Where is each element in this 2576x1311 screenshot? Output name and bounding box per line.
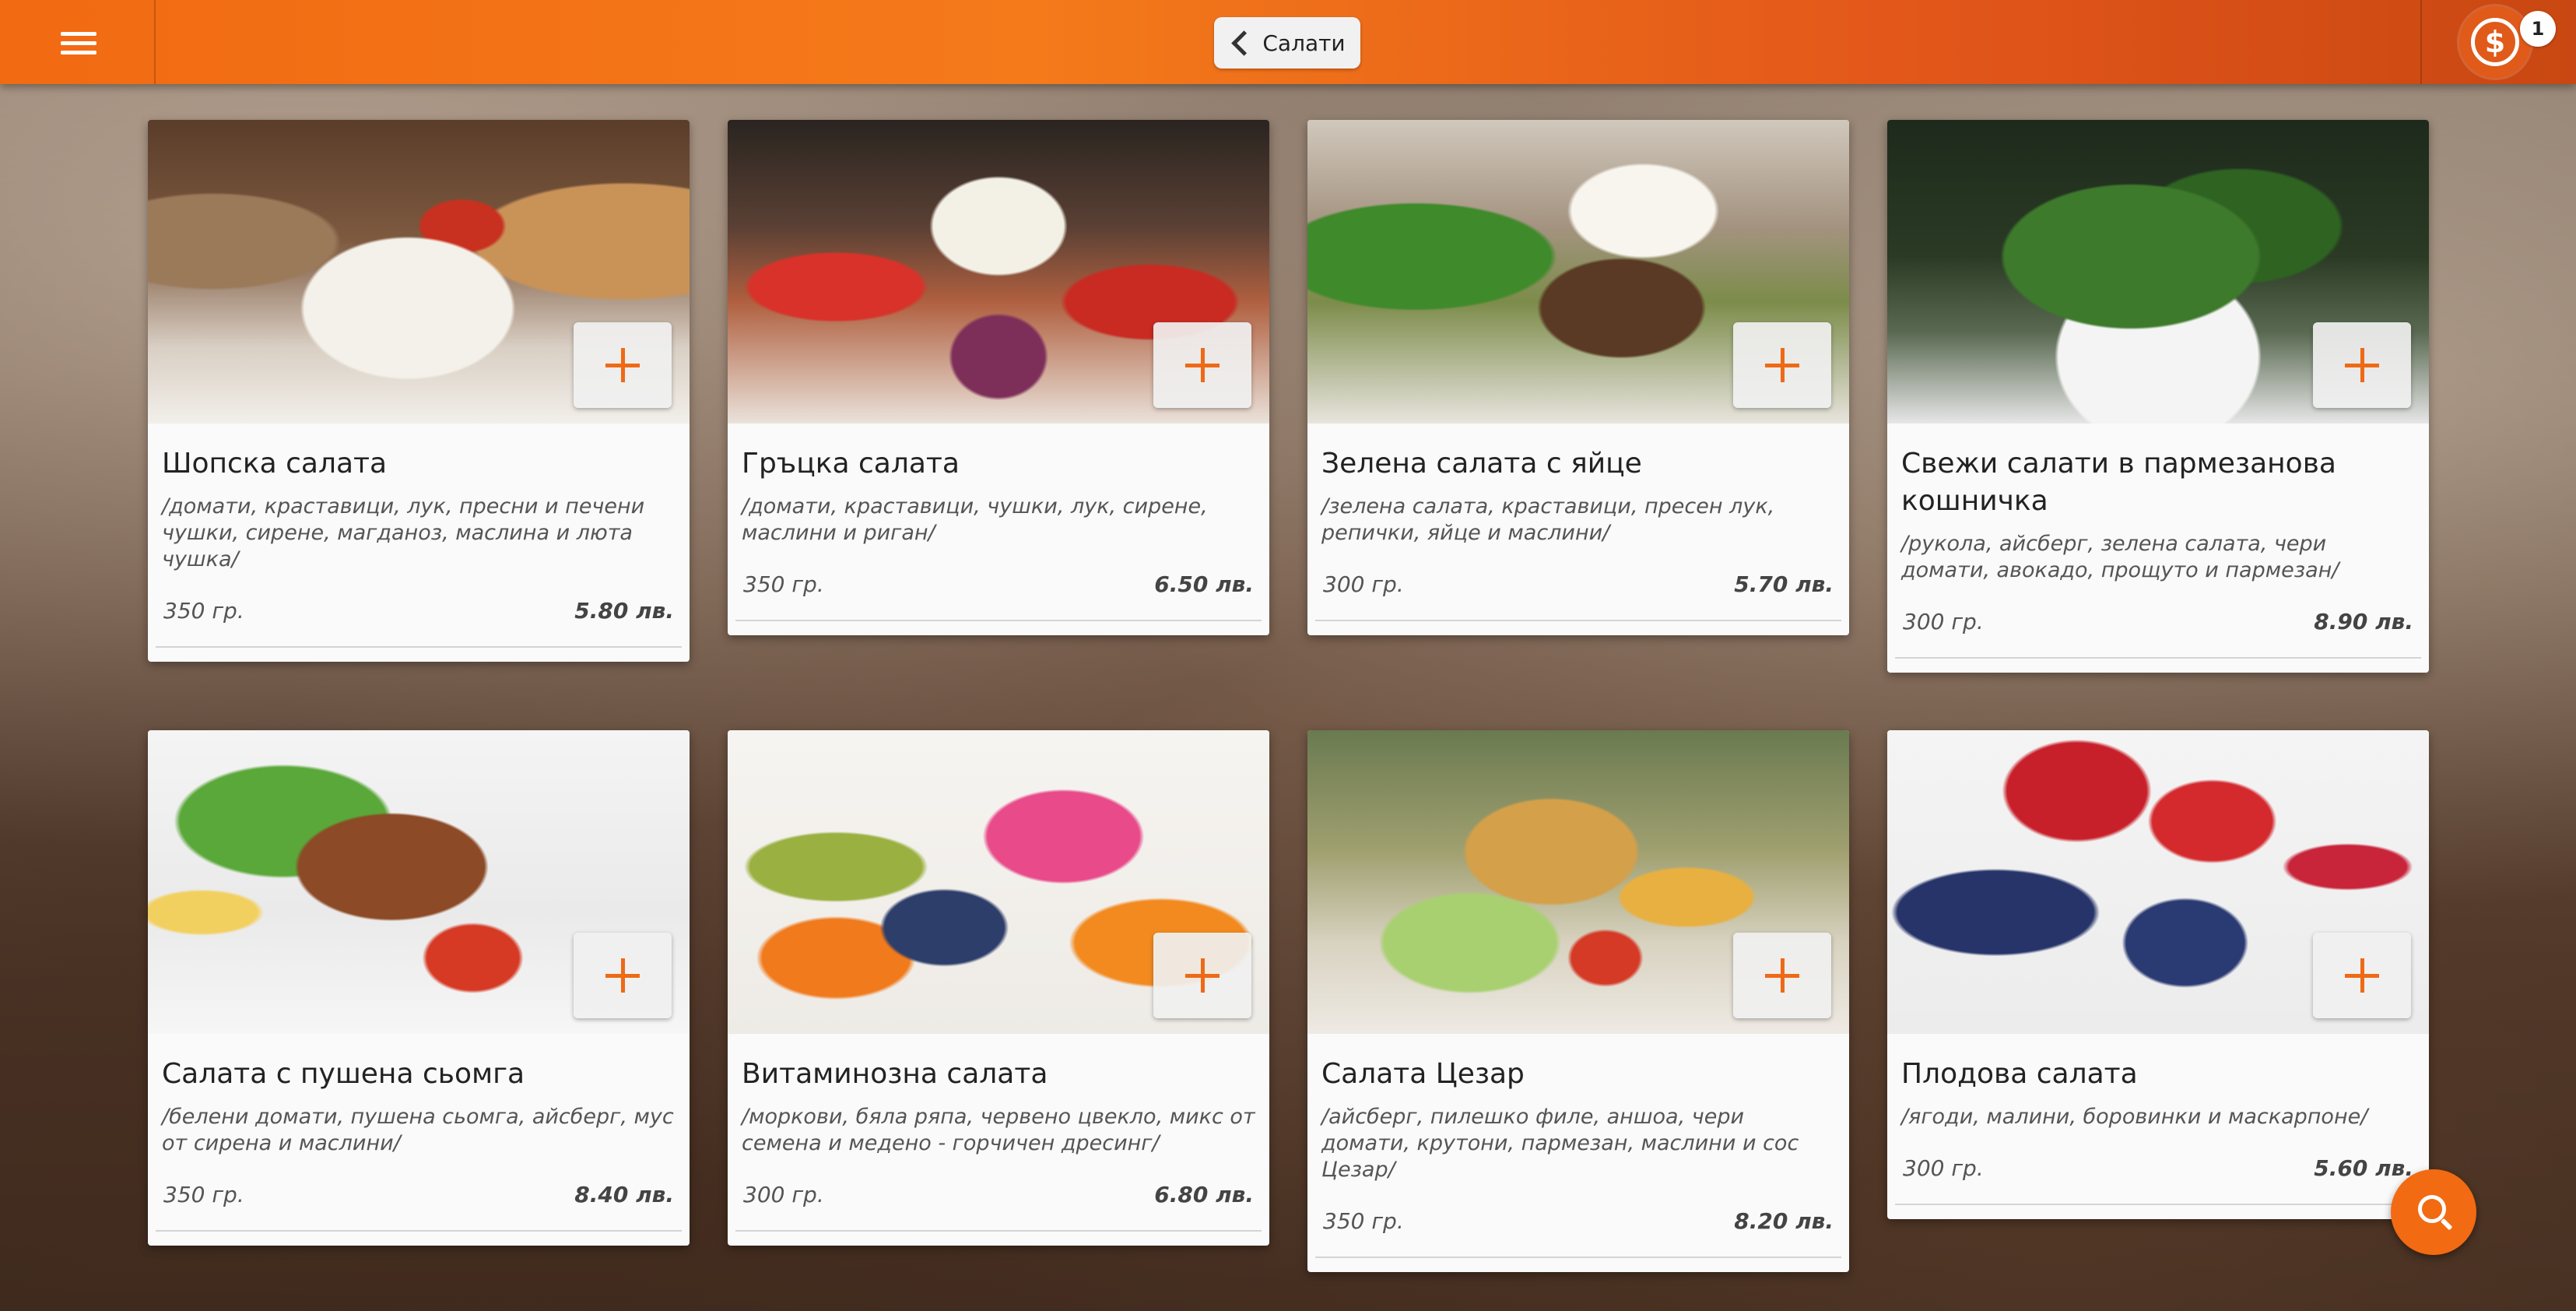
product-title: Свежи салати в пармезанова кошничка [1901, 448, 2336, 517]
product-weight: 300 гр. [1323, 571, 1404, 597]
product-footer: 350 гр. 8.20 лв. [1315, 1202, 1841, 1258]
product-title: Гръцка салата [742, 448, 960, 480]
product-price: 5.60 лв. [2314, 1155, 2413, 1181]
cart-area: $ 1 [2420, 0, 2576, 84]
product-title: Салата Цезар [1321, 1058, 1525, 1090]
product-footer: 300 гр. 8.90 лв. [1895, 603, 2421, 659]
product-price: 5.70 лв. [1734, 571, 1834, 597]
product-title: Витаминозна салата [742, 1058, 1048, 1090]
product-image [1307, 730, 1849, 1034]
product-card[interactable]: Витаминозна салата /моркови, бяла ряпа, … [728, 730, 1269, 1246]
product-card[interactable]: Зелена салата с яйце /зелена салата, кра… [1307, 120, 1849, 635]
product-weight: 350 гр. [163, 598, 244, 624]
product-price: 8.40 лв. [574, 1182, 674, 1207]
add-to-cart-button[interactable] [2313, 933, 2411, 1018]
product-description: /белени домати, пушена сьомга, айсберг, … [162, 1105, 674, 1155]
product-footer: 350 гр. 8.40 лв. [156, 1176, 682, 1232]
product-footer: 300 гр. 6.80 лв. [735, 1176, 1262, 1232]
add-to-cart-button[interactable] [1153, 933, 1251, 1018]
product-image [728, 120, 1269, 424]
product-weight: 350 гр. [163, 1182, 244, 1207]
add-to-cart-button[interactable] [574, 933, 672, 1018]
top-bar: Салати $ 1 [0, 0, 2576, 84]
product-card[interactable]: Гръцка салата /домати, краставици, чушки… [728, 120, 1269, 635]
product-image [728, 730, 1269, 1034]
product-description: /домати, краставици, чушки, лук, сирене,… [742, 494, 1208, 545]
add-to-cart-button[interactable] [574, 322, 672, 408]
product-description: /домати, краставици, лук, пресни и печен… [162, 494, 645, 571]
product-image [148, 730, 690, 1034]
cart-button[interactable]: $ 1 [2459, 6, 2556, 78]
product-description: /рукола, айсберг, зелена салата, чери до… [1901, 532, 2339, 582]
product-price: 5.80 лв. [574, 598, 674, 624]
chevron-left-icon [1231, 30, 1258, 56]
product-price: 8.90 лв. [2314, 609, 2413, 634]
product-title: Плодова салата [1901, 1058, 2138, 1090]
product-footer: 350 гр. 6.50 лв. [735, 565, 1262, 621]
product-footer: 350 гр. 5.80 лв. [156, 592, 682, 648]
product-weight: 300 гр. [1903, 1155, 1984, 1181]
product-description: /айсберг, пилешко филе, аншоа, чери дома… [1321, 1105, 1799, 1182]
product-card[interactable]: Салата с пушена сьомга /белени домати, п… [148, 730, 690, 1246]
product-price: 8.20 лв. [1734, 1208, 1834, 1234]
product-title: Салата с пушена сьомга [162, 1058, 525, 1090]
add-to-cart-button[interactable] [1733, 933, 1831, 1018]
product-card[interactable]: Плодова салата /ягоди, малини, боровинки… [1887, 730, 2429, 1219]
product-description: /моркови, бяла ряпа, червено цвекло, мик… [742, 1105, 1255, 1155]
product-image [148, 120, 690, 424]
add-to-cart-button[interactable] [1153, 322, 1251, 408]
product-description: /ягоди, малини, боровинки и маскарпоне/ [1901, 1105, 2368, 1129]
product-price: 6.50 лв. [1154, 571, 1254, 597]
product-price: 6.80 лв. [1154, 1182, 1254, 1207]
product-weight: 350 гр. [1323, 1208, 1404, 1234]
product-card[interactable]: Салата Цезар /айсберг, пилешко филе, анш… [1307, 730, 1849, 1272]
product-description: /зелена салата, краставици, пресен лук, … [1321, 494, 1775, 545]
product-image [1887, 120, 2429, 424]
cart-count-badge: 1 [2520, 11, 2556, 47]
product-card[interactable]: Свежи салати в пармезанова кошничка /рук… [1887, 120, 2429, 673]
product-weight: 350 гр. [743, 571, 824, 597]
back-button[interactable]: Салати [1214, 17, 1360, 69]
add-to-cart-button[interactable] [2313, 322, 2411, 408]
search-button[interactable] [2391, 1169, 2476, 1255]
product-card[interactable]: Шопска салата /домати, краставици, лук, … [148, 120, 690, 662]
add-to-cart-button[interactable] [1733, 322, 1831, 408]
search-icon-handle [2440, 1218, 2453, 1231]
dollar-icon: $ [2471, 18, 2519, 66]
product-title: Шопска салата [162, 448, 388, 480]
hamburger-icon-line [61, 51, 97, 54]
product-footer: 300 гр. 5.60 лв. [1895, 1149, 2421, 1205]
product-title: Зелена салата с яйце [1321, 448, 1642, 480]
product-image [1887, 730, 2429, 1034]
product-weight: 300 гр. [743, 1182, 824, 1207]
product-weight: 300 гр. [1903, 609, 1984, 634]
category-title: Салати [1262, 30, 1346, 56]
product-footer: 300 гр. 5.70 лв. [1315, 565, 1841, 621]
menu-button[interactable] [0, 0, 156, 84]
product-image [1307, 120, 1849, 424]
hamburger-icon-line [61, 32, 97, 36]
hamburger-icon-line [61, 41, 97, 45]
